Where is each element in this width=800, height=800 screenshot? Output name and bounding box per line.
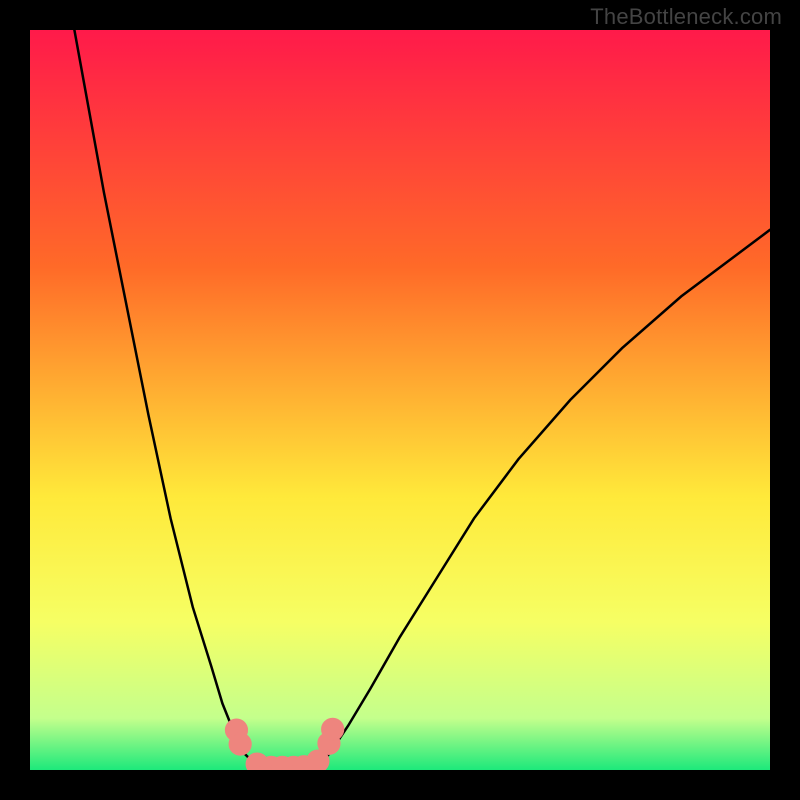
chart-svg (30, 30, 770, 770)
plot-area (30, 30, 770, 770)
gradient-background (30, 30, 770, 770)
watermark-text: TheBottleneck.com (590, 4, 782, 30)
data-marker (229, 733, 251, 755)
data-marker (322, 718, 344, 740)
chart-frame: TheBottleneck.com (0, 0, 800, 800)
